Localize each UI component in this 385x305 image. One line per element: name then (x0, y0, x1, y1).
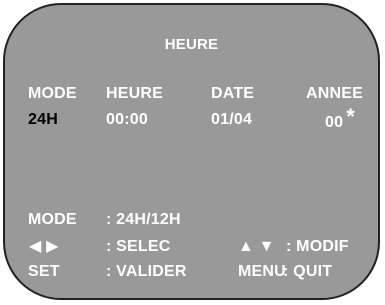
legend-left-right-arrows-icon: ◀ ▶ (29, 238, 59, 255)
annee-value-text: 00 (325, 114, 344, 131)
legend-quit-action: : QUIT (283, 263, 333, 280)
legend-menu-key: MENU (238, 263, 286, 280)
legend-selec-action: : SELEC (106, 238, 171, 255)
annee-value[interactable]: 00 * (325, 106, 355, 132)
date-value[interactable]: 01/04 (211, 111, 252, 129)
header-mode: MODE (28, 85, 77, 102)
legend-mode-key: MODE (28, 211, 77, 228)
header-annee: ANNEE (306, 85, 364, 102)
legend-set-key: SET (28, 263, 60, 280)
header-date: DATE (211, 85, 255, 102)
legend-valider-action: : VALIDER (106, 263, 187, 280)
osd-screen: HEURE MODE HEURE DATE ANNEE 24H 00:00 01… (3, 3, 380, 300)
legend-mode-action: : 24H/12H (106, 211, 181, 228)
cursor-star-icon: * (346, 104, 355, 129)
menu-title: HEURE (164, 36, 219, 53)
header-heure: HEURE (106, 85, 164, 102)
heure-value[interactable]: 00:00 (106, 111, 148, 129)
legend-modif-action: : MODIF (286, 238, 349, 255)
mode-value-selected[interactable]: 24H (28, 111, 58, 129)
legend-up-down-arrows-icon: ▲ ▼ (238, 238, 275, 255)
